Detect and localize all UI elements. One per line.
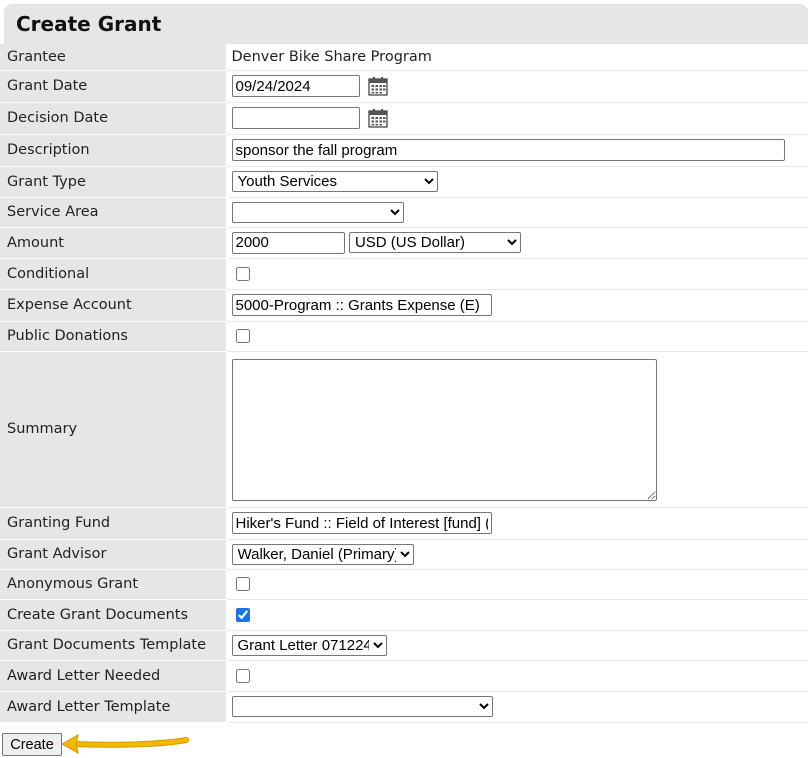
currency-select[interactable]: USD (US Dollar): [348, 232, 521, 253]
row-grantee: Grantee Denver Bike Share Program: [0, 44, 808, 71]
anonymous-grant-label: Anonymous Grant: [0, 569, 227, 600]
anonymous-grant-checkbox[interactable]: [235, 577, 250, 591]
create-button[interactable]: Create: [2, 733, 62, 756]
grant-type-label: Grant Type: [0, 166, 227, 198]
row-award-letter-template: Award Letter Template: [0, 691, 808, 723]
award-letter-template-select[interactable]: [231, 696, 493, 717]
award-letter-template-label: Award Letter Template: [0, 691, 227, 723]
decision-date-label: Decision Date: [0, 102, 227, 135]
row-summary: Summary: [0, 351, 808, 508]
grant-documents-template-select[interactable]: Grant Letter 071224: [231, 634, 387, 656]
amount-input[interactable]: [231, 231, 345, 254]
row-public-donations: Public Donations: [0, 321, 808, 352]
grant-date-input[interactable]: [231, 75, 360, 97]
grant-date-label: Grant Date: [0, 70, 227, 103]
grant-advisor-select[interactable]: Walker, Daniel (Primary): [231, 543, 414, 565]
row-service-area: Service Area: [0, 197, 808, 228]
summary-textarea[interactable]: [231, 359, 657, 501]
decision-date-input[interactable]: [231, 107, 360, 129]
row-grant-type: Grant Type Youth Services: [0, 166, 808, 198]
grant-documents-template-label: Grant Documents Template: [0, 630, 227, 661]
create-grant-documents-label: Create Grant Documents: [0, 599, 227, 631]
row-amount: Amount USD (US Dollar): [0, 227, 808, 259]
service-area-select[interactable]: [231, 201, 404, 223]
grant-type-select[interactable]: Youth Services: [231, 171, 438, 192]
row-description: Description: [0, 134, 808, 167]
row-anonymous-grant: Anonymous Grant: [0, 569, 808, 600]
grant-advisor-label: Grant Advisor: [0, 539, 227, 570]
row-granting-fund: Granting Fund: [0, 507, 808, 540]
description-label: Description: [0, 134, 227, 167]
public-donations-label: Public Donations: [0, 321, 227, 352]
page-title: Create Grant: [16, 12, 162, 36]
calendar-icon[interactable]: [368, 108, 388, 128]
expense-account-input[interactable]: [231, 294, 492, 316]
row-grant-documents-template: Grant Documents Template Grant Letter 07…: [0, 630, 808, 661]
row-conditional: Conditional: [0, 258, 808, 290]
page-header: Create Grant: [4, 4, 808, 44]
granting-fund-label: Granting Fund: [0, 507, 227, 540]
conditional-label: Conditional: [0, 258, 227, 290]
expense-account-label: Expense Account: [0, 289, 227, 322]
calendar-icon[interactable]: [368, 76, 388, 96]
row-grant-date: Grant Date: [0, 70, 808, 103]
grantee-value: Denver Bike Share Program: [231, 48, 432, 65]
award-letter-needed-checkbox[interactable]: [235, 668, 250, 683]
conditional-checkbox[interactable]: [235, 266, 250, 281]
row-grant-advisor: Grant Advisor Walker, Daniel (Primary): [0, 539, 808, 570]
description-input[interactable]: [231, 139, 785, 161]
row-decision-date: Decision Date: [0, 102, 808, 135]
amount-label: Amount: [0, 227, 227, 259]
grant-form: Grantee Denver Bike Share Program Grant …: [0, 44, 808, 723]
public-donations-checkbox[interactable]: [235, 329, 250, 343]
granting-fund-input[interactable]: [231, 512, 492, 534]
award-letter-needed-label: Award Letter Needed: [0, 660, 227, 692]
summary-label: Summary: [0, 351, 227, 508]
row-expense-account: Expense Account: [0, 289, 808, 322]
arrow-pointer-icon: [60, 734, 189, 754]
service-area-label: Service Area: [0, 197, 227, 228]
row-create-grant-documents: Create Grant Documents: [0, 599, 808, 631]
grantee-label: Grantee: [0, 44, 227, 71]
create-grant-documents-checkbox[interactable]: [235, 607, 250, 622]
row-award-letter-needed: Award Letter Needed: [0, 660, 808, 692]
